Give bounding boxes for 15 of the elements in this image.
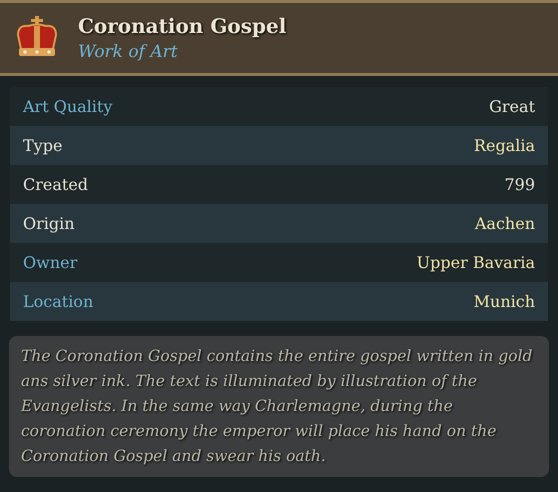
row-label: Type [23,134,62,156]
item-subtitle: Work of Art [78,41,179,64]
description-text: The Coronation Gospel contains the entire gospel written in gold ans silver ink. The text is illuminated by illustration of the Evangelists. In the same way Charlemagne, during the coronation ceremony the emperor will place his hand on the Coronation Gospel and swear his oath. [21,346,534,467]
row-label: Location [23,290,94,312]
row-value: Upper Bavaria [416,252,535,274]
row-label: Owner [23,252,78,274]
row-value: Aachen [474,212,535,234]
row-value: 799 [504,174,535,196]
row-label: Art Quality [23,96,112,118]
row-value: Regalia [474,134,535,156]
row-label: Created [23,174,88,196]
row-value: Munich [474,290,535,312]
row-value: Great [489,96,535,118]
item-title: Coronation Gospel [78,13,286,40]
row-label: Origin [23,212,75,234]
